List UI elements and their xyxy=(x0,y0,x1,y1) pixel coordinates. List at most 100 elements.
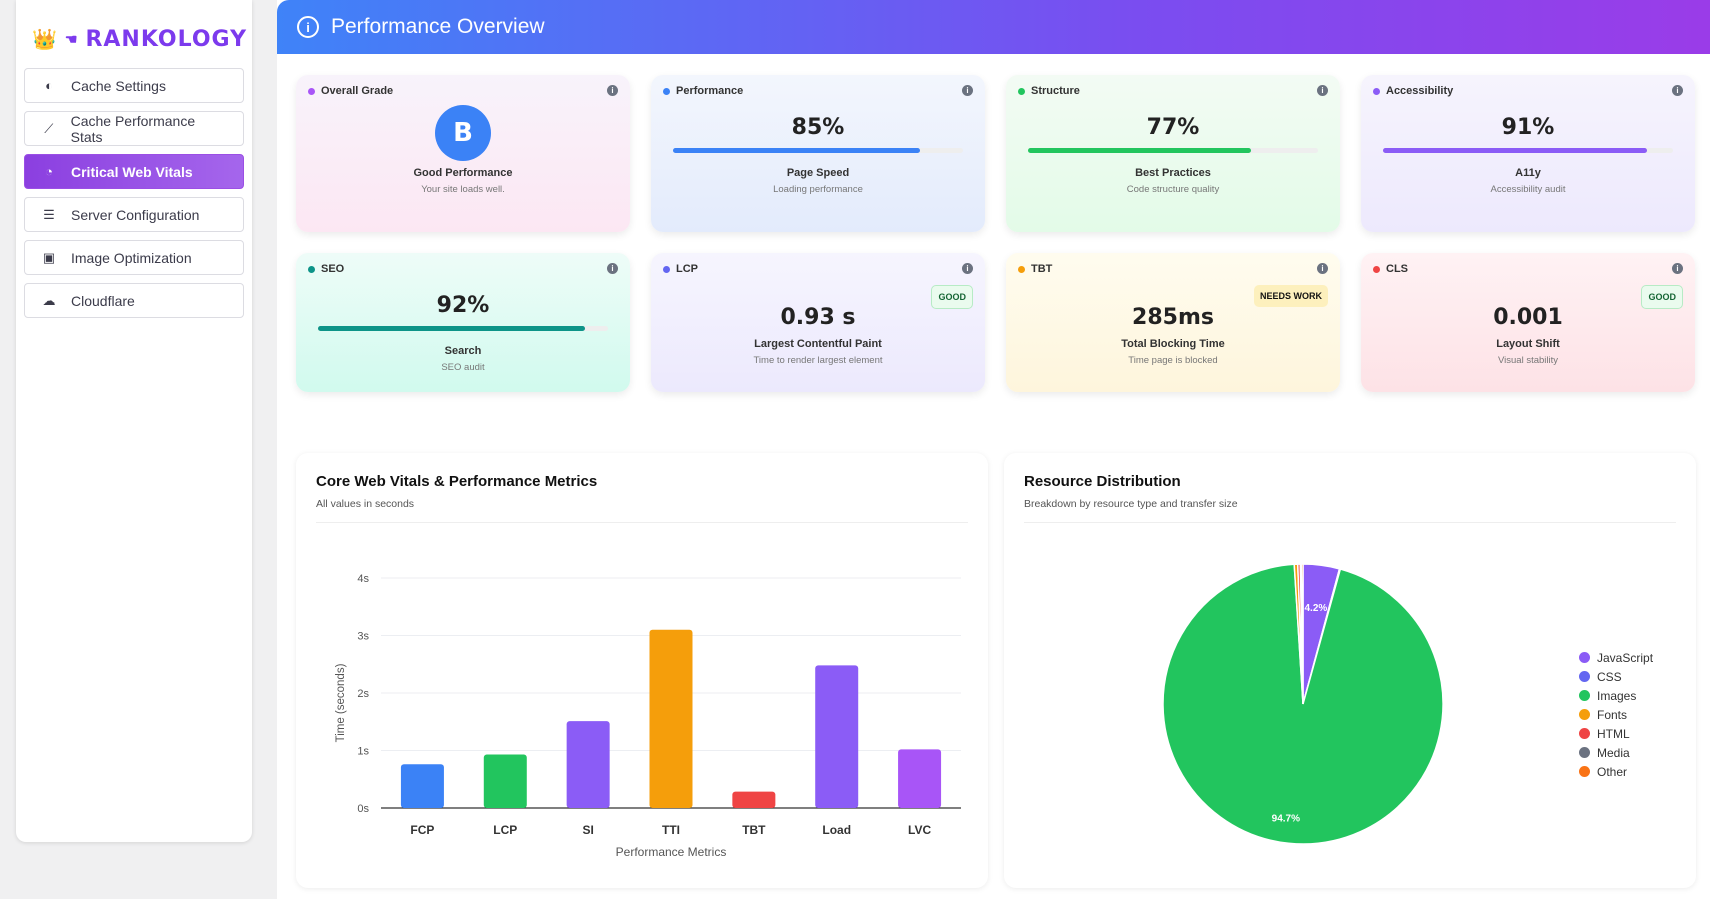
metric-value: 77% xyxy=(1146,115,1200,140)
status-dot xyxy=(1018,87,1025,95)
info-icon[interactable]: i xyxy=(1672,263,1683,274)
card-label: LCP xyxy=(676,263,698,275)
toggle-icon: ◐ xyxy=(45,78,53,93)
sidebar-item-label: Cache Performance Stats xyxy=(70,112,196,145)
sidebar-item-label: Server Configuration xyxy=(71,206,200,223)
info-icon[interactable]: i xyxy=(607,85,618,96)
logo[interactable]: 👑 ☚ RANKOLOGY xyxy=(16,0,252,58)
sidebar-item-cloudflare[interactable]: ☁ Cloudflare xyxy=(24,283,244,318)
y-tick-label: 3s xyxy=(357,631,369,643)
card-subtitle: Visual stability xyxy=(1497,355,1559,366)
tbt-card: TBT i NEEDS WORK 285ms Total Blocking Time Ti… xyxy=(1006,253,1340,392)
image-icon: ▣ xyxy=(42,249,56,265)
sidebar-item-label: Cloudflare xyxy=(71,292,135,309)
card-title: Layout Shift xyxy=(1496,338,1560,350)
sidebar-nav: ◐ Cache Settings ⟋ Cache Performance Stats ◔… xyxy=(16,58,252,336)
legend-label: HTML xyxy=(1597,726,1630,741)
status-dot xyxy=(308,87,315,95)
legend-swatch xyxy=(1579,690,1590,701)
core-web-vitals-chart-panel: Core Web Vitals & Performance Metrics Al… xyxy=(296,453,988,888)
bar-load xyxy=(815,665,859,808)
legend-swatch xyxy=(1579,709,1590,720)
sidebar-item-server-configuration[interactable]: ☰ Server Configuration xyxy=(24,197,244,232)
sidebar-item-critical-web-vitals[interactable]: ◔ Critical Web Vitals xyxy=(24,154,244,189)
info-icon[interactable]: i xyxy=(1672,85,1683,96)
x-axis-label: Performance Metrics xyxy=(616,845,727,859)
bar-tbt xyxy=(732,791,776,808)
metric-value: 92% xyxy=(436,293,490,318)
legend-swatch xyxy=(1579,766,1590,777)
sidebar: 👑 ☚ RANKOLOGY ◐ Cache Settings ⟋ Cache Perf… xyxy=(16,0,252,842)
y-tick-label: 4s xyxy=(357,573,369,585)
sidebar-item-cache-settings[interactable]: ◐ Cache Settings xyxy=(24,68,244,103)
status-dot xyxy=(308,265,315,273)
card-title: Total Blocking Time xyxy=(1121,338,1225,350)
card-title: Largest Contentful Paint xyxy=(754,338,882,350)
legend-label: Fonts xyxy=(1597,707,1628,722)
legend-item[interactable]: Fonts xyxy=(1579,705,1653,724)
progress-bar xyxy=(1028,148,1318,153)
y-axis-label: Time (seconds) xyxy=(335,663,347,742)
status-dot xyxy=(1373,265,1380,273)
card-title: Best Practices xyxy=(1135,167,1211,179)
status-dot xyxy=(663,87,670,95)
legend-label: CSS xyxy=(1597,669,1622,684)
legend-swatch xyxy=(1579,671,1590,682)
progress-bar xyxy=(673,148,963,153)
card-title: Search xyxy=(444,345,482,357)
legend-swatch xyxy=(1579,747,1590,758)
card-label: Structure xyxy=(1031,85,1080,97)
card-subtitle: Loading performance xyxy=(773,184,863,195)
legend-item[interactable]: Media xyxy=(1579,743,1653,762)
info-icon[interactable]: i xyxy=(607,263,618,274)
legend-label: Images xyxy=(1597,688,1637,703)
legend-item[interactable]: CSS xyxy=(1579,667,1653,686)
legend-label: JavaScript xyxy=(1597,650,1654,665)
grade-badge: B xyxy=(435,105,491,161)
performance-card: Performance i 85% Page Speed Loading perform… xyxy=(651,75,985,232)
x-tick-label: LCP xyxy=(493,823,517,837)
card-subtitle: Time to render largest element xyxy=(753,355,883,366)
bar-fcp xyxy=(400,764,444,808)
info-icon[interactable]: i xyxy=(1317,85,1328,96)
card-subtitle: Your site loads well. xyxy=(421,184,505,195)
pie-data-label: 4.2% xyxy=(1304,603,1327,614)
status-dot xyxy=(1373,87,1380,95)
status-badge: GOOD xyxy=(931,285,973,309)
x-tick-label: Load xyxy=(822,823,851,837)
main-content: i Performance Overview Overall Grade i B… xyxy=(277,0,1710,899)
bar-si xyxy=(566,721,610,808)
x-tick-label: TBT xyxy=(742,823,766,837)
sidebar-item-cache-performance-stats[interactable]: ⟋ Cache Performance Stats xyxy=(24,111,244,146)
bar-lcp xyxy=(483,754,527,808)
legend-item[interactable]: Other xyxy=(1579,762,1653,781)
legend-label: Other xyxy=(1597,764,1628,779)
legend-item[interactable]: JavaScript xyxy=(1579,648,1653,667)
overall-grade-card: Overall Grade i B Good Performance Your s… xyxy=(296,75,630,232)
legend-item[interactable]: HTML xyxy=(1579,724,1653,743)
structure-card: Structure i 77% Best Practices Code structur… xyxy=(1006,75,1340,232)
info-icon[interactable]: i xyxy=(1317,263,1328,274)
metric-value: 0.93 s xyxy=(780,305,856,330)
card-label: CLS xyxy=(1386,263,1408,275)
y-tick-label: 0s xyxy=(357,803,369,815)
page-title: Performance Overview xyxy=(331,15,545,38)
chart-subtitle: Breakdown by resource type and transfer … xyxy=(1024,498,1676,523)
status-badge: GOOD xyxy=(1641,285,1683,309)
legend-item[interactable]: Images xyxy=(1579,686,1653,705)
card-label: TBT xyxy=(1031,263,1053,275)
info-icon[interactable]: i xyxy=(962,263,973,274)
info-icon[interactable]: i xyxy=(962,85,973,96)
lcp-card: LCP i GOOD 0.93 s Largest Contentful Paint Ti… xyxy=(651,253,985,392)
bar-lvc xyxy=(898,749,942,808)
metric-value: 0.001 xyxy=(1493,305,1563,330)
metric-value: 85% xyxy=(791,115,845,140)
sidebar-item-label: Cache Settings xyxy=(71,77,166,94)
server-icon: ☰ xyxy=(43,206,55,222)
card-label: Performance xyxy=(676,85,744,97)
sidebar-item-image-optimization[interactable]: ▣ Image Optimization xyxy=(24,240,244,275)
card-subtitle: Accessibility audit xyxy=(1490,184,1566,195)
status-dot xyxy=(663,265,670,273)
card-subtitle: Code structure quality xyxy=(1126,184,1220,195)
seo-card: SEO i 92% Search SEO audit xyxy=(296,253,630,392)
